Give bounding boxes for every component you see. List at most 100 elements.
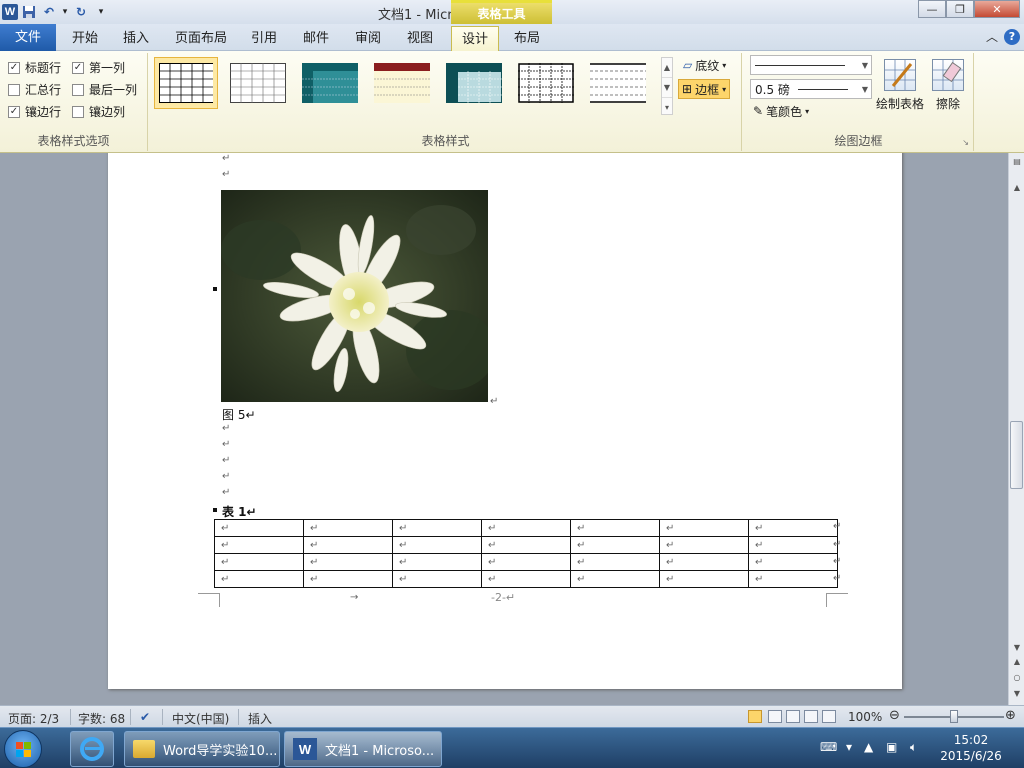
table-cell[interactable]: ↵	[303, 570, 393, 588]
table-cell[interactable]: ↵	[659, 570, 749, 588]
zoom-slider-thumb[interactable]	[950, 710, 958, 723]
browse-object-icon[interactable]: ○	[1010, 673, 1024, 682]
proofing-icon[interactable]: ✔	[140, 710, 150, 724]
web-layout-icon[interactable]	[786, 710, 800, 723]
tab-review[interactable]: 审阅	[348, 26, 388, 51]
table-style-teal[interactable]	[298, 57, 362, 109]
table-cell[interactable]: ↵	[303, 519, 393, 537]
zoom-out-icon[interactable]: ⊖	[889, 708, 900, 723]
document-table[interactable]: ↵ ↵ ↵ ↵ ↵ ↵ ↵ ↵ ↵ ↵ ↵ ↵ ↵ ↵ ↵ ↵ ↵ ↵ ↵ ↵ ↵ ↵ ↵ ↵ ↵ ↵ ↵ ↵	[214, 519, 838, 588]
tab-mailings[interactable]: 邮件	[296, 26, 336, 51]
table-style-dark-teal-grid[interactable]	[442, 57, 506, 109]
tab-references[interactable]: 引用	[244, 26, 284, 51]
gallery-up-icon[interactable]: ▲	[662, 58, 672, 78]
scroll-up-icon[interactable]: ▲	[1010, 183, 1024, 192]
chrysanthemum-photo[interactable]	[221, 190, 496, 402]
taskbar-ie-icon[interactable]	[70, 731, 114, 767]
next-page-icon[interactable]: ▼	[1010, 689, 1024, 698]
previous-page-icon[interactable]: ▲	[1010, 657, 1024, 666]
eraser-button[interactable]: 擦除	[926, 59, 970, 112]
network-icon[interactable]: ▣	[886, 740, 897, 754]
print-layout-icon[interactable]	[748, 710, 762, 723]
volume-icon[interactable]: 🔈︎	[910, 740, 917, 755]
checkbox-total-row[interactable]: 汇总行	[8, 81, 61, 98]
table-cell[interactable]: ↵	[214, 519, 304, 537]
insert-mode[interactable]: 插入	[248, 710, 272, 727]
scroll-down-icon[interactable]: ▼	[1010, 643, 1024, 652]
vertical-scrollbar[interactable]: ▤ ▲ ▼ ▲ ○ ▼	[1008, 153, 1024, 705]
dialog-launcher-icon[interactable]: ↘	[962, 138, 969, 147]
gallery-down-icon[interactable]: ▼	[662, 78, 672, 98]
system-clock[interactable]: 15:02 2015/6/26	[936, 732, 1006, 764]
footer-page-number[interactable]: -2-↵	[491, 591, 515, 604]
document-page[interactable]: ↵ ↵ ↵ 图 5↵ ↵ ↵ ↵ ↵ ↵ 表 1↵ ↵ ↵ ↵ ↵ ↵ ↵ ↵ …	[108, 153, 902, 689]
table-cell[interactable]: ↵	[659, 536, 749, 554]
table-cell[interactable]: ↵	[570, 519, 660, 537]
table-caption[interactable]: 表 1↵	[222, 503, 257, 520]
draft-icon[interactable]	[822, 710, 836, 723]
scroll-thumb[interactable]	[1010, 421, 1023, 489]
checkbox-header-row[interactable]: ✓ 标题行	[8, 59, 61, 76]
table-cell[interactable]: ↵	[748, 553, 838, 571]
help-icon[interactable]: ?	[1004, 28, 1020, 45]
table-cell[interactable]: ↵	[392, 519, 482, 537]
table-cell[interactable]: ↵	[748, 519, 838, 537]
borders-button[interactable]: ⊞ 边框 ▾	[678, 79, 731, 99]
start-button[interactable]	[4, 730, 42, 768]
word-count[interactable]: 字数: 68	[78, 710, 125, 727]
table-style-dashed[interactable]	[586, 57, 650, 109]
table-cell[interactable]: ↵	[303, 553, 393, 571]
close-button[interactable]: ✕	[974, 0, 1020, 18]
figure-caption[interactable]: 图 5↵	[222, 406, 256, 423]
page-indicator[interactable]: 页面: 2/3	[8, 710, 59, 727]
table-cell[interactable]: ↵	[214, 553, 304, 571]
checkbox-last-column[interactable]: 最后一列	[72, 81, 137, 98]
table-cell[interactable]: ↵	[392, 553, 482, 571]
tab-design[interactable]: 设计	[451, 26, 499, 51]
taskbar-word-window[interactable]: W 文档1 - Microso...	[284, 731, 442, 767]
table-cell[interactable]: ↵	[659, 519, 749, 537]
table-cell[interactable]: ↵	[748, 570, 838, 588]
table-cell[interactable]: ↵	[481, 536, 571, 554]
table-cell[interactable]: ↵	[748, 536, 838, 554]
table-style-red-header[interactable]	[370, 57, 434, 109]
table-cell[interactable]: ↵	[392, 570, 482, 588]
table-cell[interactable]: ↵	[570, 536, 660, 554]
checkbox-first-column[interactable]: ✓ 第一列	[72, 59, 125, 76]
table-cell[interactable]: ↵	[392, 536, 482, 554]
keyboard-icon[interactable]: ⌨	[820, 740, 837, 754]
zoom-in-icon[interactable]: ⊕	[1005, 708, 1016, 723]
table-cell[interactable]: ↵	[481, 570, 571, 588]
draw-table-button[interactable]: 绘制表格	[872, 59, 928, 112]
ruler-toggle-icon[interactable]: ▤	[1010, 157, 1024, 166]
zoom-level[interactable]: 100%	[848, 710, 882, 724]
shading-button[interactable]: ▱ 底纹 ▾	[680, 55, 729, 75]
table-cell[interactable]: ↵	[481, 519, 571, 537]
table-cell[interactable]: ↵	[303, 536, 393, 554]
tray-menu-icon[interactable]: ▾	[846, 740, 852, 754]
pen-color-button[interactable]: ✎ 笔颜色 ▾	[750, 101, 812, 121]
tab-file[interactable]: 文件	[0, 24, 56, 51]
language-indicator[interactable]: 中文(中国)	[172, 710, 229, 727]
tab-page-layout[interactable]: 页面布局	[168, 26, 234, 51]
table-style-bold-grid[interactable]	[514, 57, 578, 109]
outline-icon[interactable]	[804, 710, 818, 723]
minimize-button[interactable]: —	[918, 0, 946, 18]
taskbar-folder-window[interactable]: Word导学实验10...	[124, 731, 280, 767]
gallery-more-icon[interactable]: ▾	[662, 98, 672, 117]
table-style-grid-selected[interactable]	[154, 57, 218, 109]
table-cell[interactable]: ↵	[659, 553, 749, 571]
tab-home[interactable]: 开始	[62, 26, 108, 51]
tab-view[interactable]: 视图	[400, 26, 440, 51]
tab-insert[interactable]: 插入	[114, 26, 158, 51]
table-cell[interactable]: ↵	[570, 553, 660, 571]
full-screen-reading-icon[interactable]	[768, 710, 782, 723]
checkbox-banded-columns[interactable]: 镶边列	[72, 103, 125, 120]
minimize-ribbon-icon[interactable]: ︿	[986, 28, 998, 45]
restore-button[interactable]: ❐	[946, 0, 974, 18]
tab-layout[interactable]: 布局	[506, 26, 548, 51]
table-cell[interactable]: ↵	[214, 536, 304, 554]
table-cell[interactable]: ↵	[214, 570, 304, 588]
table-cell[interactable]: ↵	[570, 570, 660, 588]
show-hidden-icons[interactable]: ▲	[864, 740, 873, 754]
